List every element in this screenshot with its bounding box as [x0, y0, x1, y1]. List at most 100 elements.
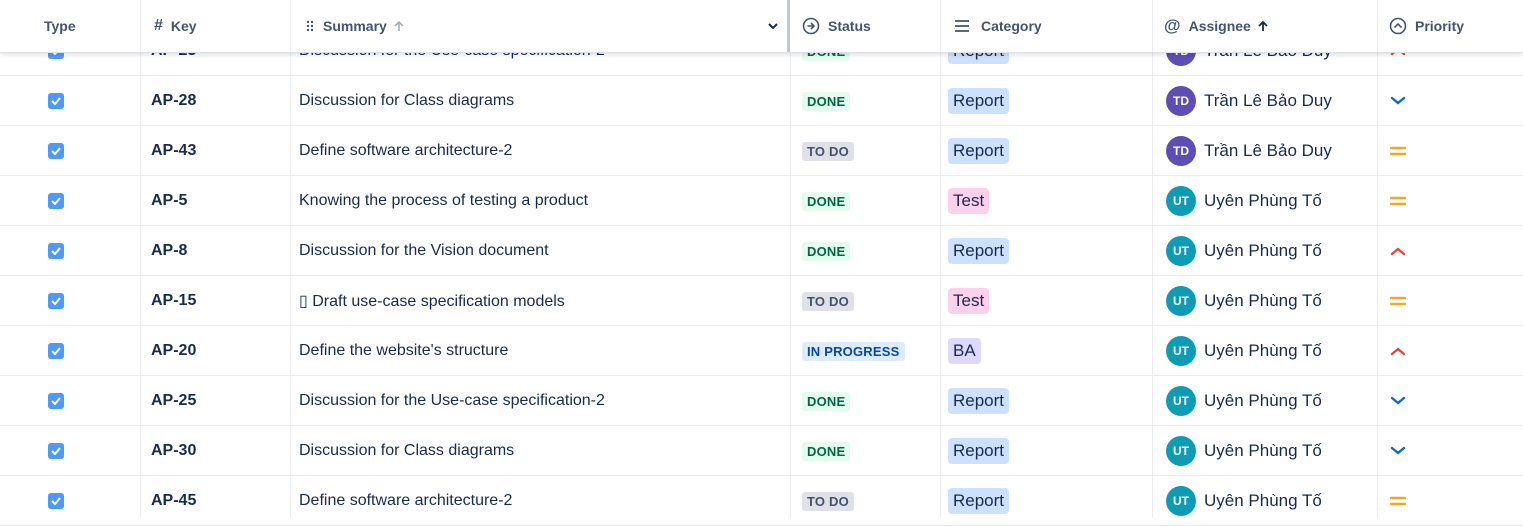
summary-cell[interactable]: Discussion for the Vision document — [299, 226, 790, 276]
status-cell[interactable]: DONE — [802, 226, 940, 276]
category-cell[interactable]: Test — [948, 276, 1152, 326]
column-header-category[interactable]: Category — [954, 0, 1152, 52]
status-lozenge[interactable]: TO DO — [802, 141, 854, 161]
key-cell[interactable]: AP-5 — [151, 176, 290, 226]
avatar[interactable]: UT — [1166, 486, 1196, 516]
status-cell[interactable]: DONE — [802, 376, 940, 426]
key-cell[interactable]: AP-28 — [151, 76, 290, 126]
assignee-cell[interactable]: UT Uyên Phùng Tố — [1166, 476, 1377, 526]
priority-cell[interactable] — [1390, 276, 1523, 326]
column-header-summary[interactable]: Summary — [305, 0, 790, 52]
issue-summary[interactable]: Discussion for Class diagrams — [299, 442, 514, 460]
issue-summary[interactable]: Define the website's structure — [299, 342, 508, 360]
column-header-status[interactable]: Status — [802, 0, 940, 52]
category-tag[interactable]: Report — [948, 438, 1010, 464]
status-lozenge[interactable]: DONE — [802, 241, 851, 261]
issue-key-link[interactable]: AP-8 — [151, 242, 187, 260]
avatar[interactable]: UT — [1166, 436, 1196, 466]
table-row[interactable]: AP-5 Knowing the process of testing a pro… — [0, 176, 1523, 226]
summary-cell[interactable]: Knowing the process of testing a product — [299, 176, 790, 226]
status-cell[interactable]: DONE — [802, 76, 940, 126]
column-header-type[interactable]: Type — [44, 0, 140, 52]
category-cell[interactable]: Report — [948, 226, 1152, 276]
issue-key-link[interactable]: AP-25 — [151, 392, 196, 410]
status-cell[interactable]: DONE — [802, 176, 940, 226]
key-cell[interactable]: AP-8 — [151, 226, 290, 276]
summary-cell[interactable]: Discussion for Class diagrams — [299, 76, 790, 126]
assignee-cell[interactable]: UT Uyên Phùng Tố — [1166, 176, 1377, 226]
status-lozenge[interactable]: DONE — [802, 441, 851, 461]
category-cell[interactable]: Report — [948, 376, 1152, 426]
category-tag[interactable]: Report — [948, 138, 1010, 164]
status-lozenge[interactable]: DONE — [802, 391, 851, 411]
priority-cell[interactable] — [1390, 126, 1523, 176]
status-cell[interactable]: IN PROGRESS — [802, 326, 940, 376]
priority-cell[interactable] — [1390, 176, 1523, 226]
priority-cell[interactable] — [1390, 326, 1523, 376]
priority-cell[interactable] — [1390, 376, 1523, 426]
assignee-cell[interactable]: UT Uyên Phùng Tố — [1166, 426, 1377, 476]
key-cell[interactable]: AP-30 — [151, 426, 290, 476]
column-header-key[interactable]: # Key — [154, 0, 290, 52]
issue-summary[interactable]: Knowing the process of testing a product — [299, 192, 588, 210]
table-row[interactable]: AP-8 Discussion for the Vision document DO… — [0, 226, 1523, 276]
category-tag[interactable]: Report — [948, 388, 1010, 414]
chevron-down-icon[interactable] — [767, 21, 779, 31]
category-tag[interactable]: Test — [948, 188, 990, 214]
assignee-cell[interactable]: TD Trần Lê Bảo Duy — [1166, 76, 1377, 126]
key-cell[interactable]: AP-45 — [151, 476, 290, 526]
issue-key-link[interactable]: AP-45 — [151, 492, 196, 510]
assignee-cell[interactable]: TD Trần Lê Bảo Duy — [1166, 126, 1377, 176]
avatar[interactable]: UT — [1166, 386, 1196, 416]
status-cell[interactable]: DONE — [802, 426, 940, 476]
key-cell[interactable]: AP-43 — [151, 126, 290, 176]
status-cell[interactable]: TO DO — [802, 126, 940, 176]
issue-key-link[interactable]: AP-15 — [151, 292, 196, 310]
issue-summary[interactable]: Define software architecture-2 — [299, 142, 512, 160]
status-lozenge[interactable]: TO DO — [802, 291, 854, 311]
priority-cell[interactable] — [1390, 426, 1523, 476]
category-tag[interactable]: Report — [948, 488, 1010, 514]
category-cell[interactable]: Report — [948, 126, 1152, 176]
issue-key-link[interactable]: AP-5 — [151, 192, 187, 210]
table-row[interactable]: AP-20 Define the website's structure IN PR… — [0, 326, 1523, 376]
status-cell[interactable]: TO DO — [802, 276, 940, 326]
category-cell[interactable]: Report — [948, 426, 1152, 476]
summary-cell[interactable]: Discussion for the Use-case specificatio… — [299, 376, 790, 426]
category-cell[interactable]: BA — [948, 326, 1152, 376]
issue-summary[interactable]: Discussion for Class diagrams — [299, 92, 514, 110]
avatar[interactable]: TD — [1166, 136, 1196, 166]
avatar[interactable]: UT — [1166, 186, 1196, 216]
sort-up-active-icon[interactable] — [1257, 20, 1269, 32]
issue-key-link[interactable]: AP-20 — [151, 342, 196, 360]
priority-cell[interactable] — [1390, 226, 1523, 276]
issue-key-link[interactable]: AP-28 — [151, 92, 196, 110]
column-header-priority[interactable]: Priority — [1389, 0, 1523, 52]
avatar[interactable]: UT — [1166, 286, 1196, 316]
category-tag[interactable]: Report — [948, 238, 1010, 264]
avatar[interactable]: TD — [1166, 86, 1196, 116]
assignee-cell[interactable]: UT Uyên Phùng Tố — [1166, 226, 1377, 276]
issue-summary[interactable]: Discussion for the Vision document — [299, 242, 549, 260]
table-row[interactable]: AP-15 ▯ Draft use-case specification mode… — [0, 276, 1523, 326]
issue-summary[interactable]: Discussion for the Use-case specificatio… — [299, 392, 605, 410]
summary-cell[interactable]: Define software architecture-2 — [299, 476, 790, 526]
summary-cell[interactable]: ▯ Draft use-case specification models — [299, 276, 790, 326]
table-row[interactable]: AP-30 Discussion for Class diagrams DONE Re… — [0, 426, 1523, 476]
assignee-cell[interactable]: UT Uyên Phùng Tố — [1166, 276, 1377, 326]
issue-key-link[interactable]: AP-43 — [151, 142, 196, 160]
status-lozenge[interactable]: IN PROGRESS — [802, 341, 905, 361]
key-cell[interactable]: AP-15 — [151, 276, 290, 326]
status-cell[interactable]: TO DO — [802, 476, 940, 526]
avatar[interactable]: UT — [1166, 336, 1196, 366]
avatar[interactable]: UT — [1166, 236, 1196, 266]
category-cell[interactable]: Report — [948, 76, 1152, 126]
summary-cell[interactable]: Define the website's structure — [299, 326, 790, 376]
status-lozenge[interactable]: TO DO — [802, 491, 854, 511]
sort-up-icon[interactable] — [393, 20, 405, 32]
table-row[interactable]: AP-43 Define software architecture-2 TO DO… — [0, 126, 1523, 176]
category-cell[interactable]: Report — [948, 476, 1152, 526]
category-cell[interactable]: Test — [948, 176, 1152, 226]
priority-cell[interactable] — [1390, 76, 1523, 126]
assignee-cell[interactable]: UT Uyên Phùng Tố — [1166, 326, 1377, 376]
